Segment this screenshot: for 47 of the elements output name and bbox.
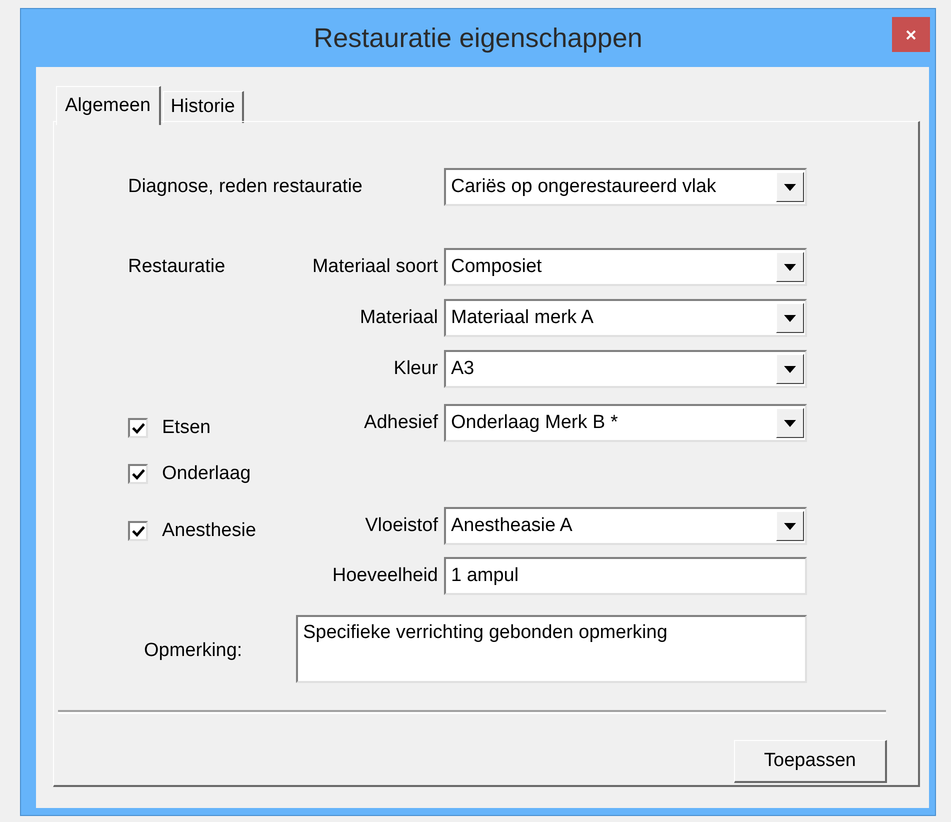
dropdown-value: Cariës op ongerestaureerd vlak: [450, 174, 718, 199]
field-label: Materiaal soort: [311, 254, 439, 279]
caret-icon: [784, 420, 796, 426]
field-label: Kleur: [392, 356, 439, 381]
field-label: Vloeistof: [364, 514, 439, 538]
field-label: Hoeveelheid: [331, 564, 439, 588]
tab[interactable]: Algemeen: [56, 86, 161, 125]
dropdown-value: Materiaal merk A: [450, 306, 595, 330]
caret-icon: [784, 366, 796, 372]
text-area[interactable]: Specifieke verrichting gebonden opmerking: [296, 615, 807, 683]
dropdown[interactable]: Materiaal merk A: [444, 299, 807, 337]
field-label: Diagnose, reden restauratie: [128, 174, 364, 199]
caret-icon: [784, 522, 796, 530]
dropdown-arrow-button[interactable]: [776, 252, 804, 282]
caret-icon: [784, 184, 796, 190]
checkbox[interactable]: Etsen: [128, 414, 211, 442]
dropdown[interactable]: Onderlaag Merk B *: [444, 404, 807, 442]
tab[interactable]: Historie: [162, 91, 244, 123]
checkbox[interactable]: Onderlaag: [128, 460, 251, 488]
close-icon: [906, 30, 916, 40]
dropdown-arrow-button[interactable]: [776, 303, 804, 333]
field-label: Adhesief: [363, 410, 439, 435]
checkbox[interactable]: Anesthesie: [128, 516, 256, 546]
dropdown-value: A3: [450, 356, 476, 381]
dropdown-arrow-button[interactable]: [776, 408, 804, 438]
dropdown[interactable]: A3: [444, 350, 807, 388]
field-label: Opmerking:: [143, 638, 244, 663]
check-icon: [132, 468, 144, 480]
caret-icon: [784, 264, 796, 270]
dropdown[interactable]: Anestheasie A: [444, 507, 807, 545]
group-label: Restauratie: [128, 254, 226, 279]
dropdown[interactable]: Cariës op ongerestaureerd vlak: [444, 168, 807, 206]
field-label: Materiaal: [358, 306, 439, 330]
close-button[interactable]: [892, 17, 930, 52]
dropdown-arrow-button[interactable]: [776, 354, 804, 384]
check-icon: [132, 526, 144, 536]
check-icon: [132, 422, 144, 434]
dropdown-arrow-button[interactable]: [776, 511, 804, 541]
dropdown-value: Onderlaag Merk B *: [450, 410, 619, 435]
dropdown-arrow-button[interactable]: [776, 172, 804, 202]
caret-icon: [784, 314, 796, 322]
dropdown-value: Composiet: [450, 254, 543, 279]
apply-button[interactable]: Toepassen: [734, 740, 887, 783]
input-field[interactable]: 1 ampul: [444, 557, 807, 595]
dropdown-value: Anestheasie A: [450, 514, 574, 538]
window-title: Restauratie eigenschappen: [314, 22, 642, 55]
dropdown[interactable]: Composiet: [444, 248, 807, 286]
